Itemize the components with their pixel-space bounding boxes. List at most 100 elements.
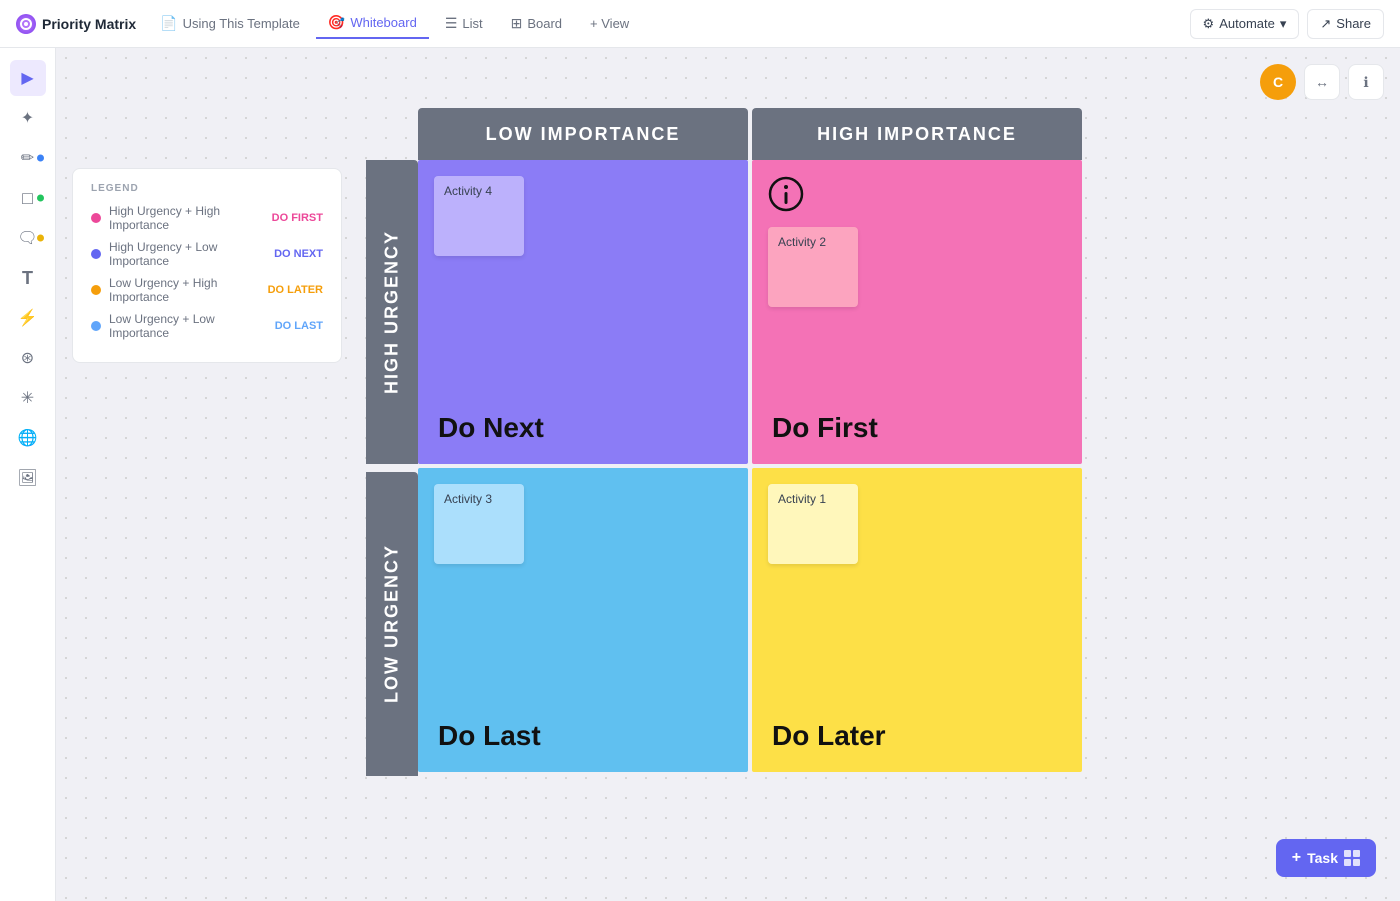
automate-button[interactable]: ⚙ Automate ▾: [1190, 9, 1300, 39]
col-header-low-importance: LOW IMPORTANCE: [418, 108, 748, 160]
matrix-col-headers: LOW IMPORTANCE HIGH IMPORTANCE: [418, 108, 1082, 160]
col-header-high-importance: HIGH IMPORTANCE: [752, 108, 1082, 160]
legend-item-do-next: High Urgency + Low Importance DO NEXT: [91, 240, 323, 268]
legend-dot-do-later: [91, 285, 101, 295]
col-header-high-label: HIGH IMPORTANCE: [817, 124, 1017, 145]
quadrant-do-later[interactable]: Activity 1 Do Later: [752, 468, 1082, 772]
activity-1-label: Activity 1: [778, 492, 826, 506]
legend-text-do-later: Low Urgency + High Importance: [109, 276, 260, 304]
legend-badge-do-next: DO NEXT: [274, 248, 323, 260]
activity-4-note[interactable]: Activity 4: [434, 176, 524, 256]
tab-add-view[interactable]: + View: [578, 10, 641, 37]
matrix-grid: Activity 4 Do Next Activity 2 Do First: [418, 160, 1082, 776]
app-title: Priority Matrix: [42, 16, 136, 32]
tool-ai[interactable]: ✳: [10, 380, 46, 416]
quadrant-do-first[interactable]: Activity 2 Do First: [752, 160, 1082, 464]
activity-2-label: Activity 2: [778, 235, 826, 249]
tool-pen[interactable]: ✏: [10, 140, 46, 176]
activity-3-note[interactable]: Activity 3: [434, 484, 524, 564]
legend-text-do-first: High Urgency + High Importance: [109, 204, 264, 232]
info-button[interactable]: ℹ: [1348, 64, 1384, 100]
chevron-down-icon: ▾: [1280, 16, 1287, 32]
expand-button[interactable]: ↔: [1304, 64, 1340, 100]
legend-badge-do-first: DO FIRST: [272, 212, 323, 224]
legend-text-do-last: Low Urgency + Low Importance: [109, 312, 267, 340]
legend-dot-do-next: [91, 249, 101, 259]
tool-embed[interactable]: 🌐: [10, 420, 46, 456]
list-icon: ☰: [445, 15, 458, 32]
quadrant-do-next[interactable]: Activity 4 Do Next: [418, 160, 748, 464]
nav-right: ⚙ Automate ▾ ↗ Share: [1190, 9, 1384, 39]
tool-magic[interactable]: ✦: [10, 100, 46, 136]
diagram-icon: ⊛: [21, 348, 34, 368]
shape-icon: □: [22, 188, 33, 209]
tool-connector[interactable]: ⚡: [10, 300, 46, 336]
share-button[interactable]: ↗ Share: [1307, 9, 1384, 39]
main-layout: ▶ ✦ ✏ □ 🗨 T ⚡ ⊛ ✳ 🌐: [0, 48, 1400, 901]
tab-board[interactable]: ⊞ Board: [499, 9, 574, 38]
tool-select[interactable]: ▶: [10, 60, 46, 96]
note-dot: [37, 235, 44, 242]
tool-diagram[interactable]: ⊛: [10, 340, 46, 376]
tool-shape[interactable]: □: [10, 180, 46, 216]
template-icon: 📄: [160, 15, 177, 32]
info-icon: ℹ: [1363, 74, 1368, 91]
do-last-label: Do Last: [438, 720, 541, 752]
automate-icon: ⚙: [1203, 16, 1215, 32]
quadrant-do-last[interactable]: Activity 3 Do Last: [418, 468, 748, 772]
canvas-controls: C ↔ ℹ: [1260, 64, 1384, 100]
matrix-body: HIGH URGENCY LOW URGENCY Activity 4 Do N…: [366, 160, 1082, 776]
row-header-high-urgency: HIGH URGENCY: [366, 160, 418, 464]
legend-text-do-next: High Urgency + Low Importance: [109, 240, 266, 268]
note-icon: 🗨: [17, 228, 37, 248]
logo-icon: [16, 14, 36, 34]
canvas-area[interactable]: C ↔ ℹ LEGEND High Urgency + High Importa…: [56, 48, 1400, 901]
ai-icon: ✳: [21, 388, 34, 408]
top-nav: Priority Matrix 📄 Using This Template 🎯 …: [0, 0, 1400, 48]
expand-icon: ↔: [1315, 74, 1329, 90]
tool-text[interactable]: T: [10, 260, 46, 296]
app-logo: Priority Matrix: [16, 14, 136, 34]
media-icon: 🖼: [17, 468, 37, 488]
row-header-low-urgency: LOW URGENCY: [366, 472, 418, 776]
share-icon: ↗: [1320, 16, 1331, 32]
activity-2-note[interactable]: Activity 2: [768, 227, 858, 307]
legend-badge-do-later: DO LATER: [268, 284, 323, 296]
select-icon: ▶: [21, 68, 33, 88]
activity-4-label: Activity 4: [444, 184, 492, 198]
tool-media[interactable]: 🖼: [10, 460, 46, 496]
connector-icon: ⚡: [18, 308, 38, 328]
grid-icon: [1344, 850, 1360, 866]
legend-item-do-first: High Urgency + High Importance DO FIRST: [91, 204, 323, 232]
do-next-label: Do Next: [438, 412, 544, 444]
legend-card: LEGEND High Urgency + High Importance DO…: [72, 168, 342, 363]
do-later-label: Do Later: [772, 720, 886, 752]
legend-item-do-last: Low Urgency + Low Importance DO LAST: [91, 312, 323, 340]
whiteboard-icon: 🎯: [328, 14, 345, 31]
activity-1-note[interactable]: Activity 1: [768, 484, 858, 564]
tab-list[interactable]: ☰ List: [433, 9, 495, 38]
row-headers: HIGH URGENCY LOW URGENCY: [366, 160, 418, 776]
activity-3-label: Activity 3: [444, 492, 492, 506]
do-first-label: Do First: [772, 412, 878, 444]
alert-icon: [768, 176, 1066, 219]
legend-title: LEGEND: [91, 183, 323, 194]
row-header-low-label: LOW URGENCY: [382, 545, 403, 704]
embed-icon: 🌐: [18, 428, 38, 448]
plus-icon: +: [1292, 849, 1301, 867]
pen-icon: ✏: [21, 148, 34, 168]
legend-dot-do-last: [91, 321, 101, 331]
row-header-high-label: HIGH URGENCY: [382, 230, 403, 394]
col-header-low-label: LOW IMPORTANCE: [486, 124, 681, 145]
legend-dot-do-first: [91, 213, 101, 223]
tool-note[interactable]: 🗨: [10, 220, 46, 256]
text-icon: T: [22, 268, 33, 289]
add-task-button[interactable]: + Task: [1276, 839, 1376, 877]
priority-matrix: LOW IMPORTANCE HIGH IMPORTANCE HIGH URGE…: [366, 108, 1082, 776]
left-sidebar: ▶ ✦ ✏ □ 🗨 T ⚡ ⊛ ✳ 🌐: [0, 48, 56, 901]
legend-badge-do-last: DO LAST: [275, 320, 323, 332]
tab-whiteboard[interactable]: 🎯 Whiteboard: [316, 8, 429, 39]
board-icon: ⊞: [511, 15, 523, 32]
tab-using-template[interactable]: 📄 Using This Template: [148, 9, 312, 38]
legend-item-do-later: Low Urgency + High Importance DO LATER: [91, 276, 323, 304]
